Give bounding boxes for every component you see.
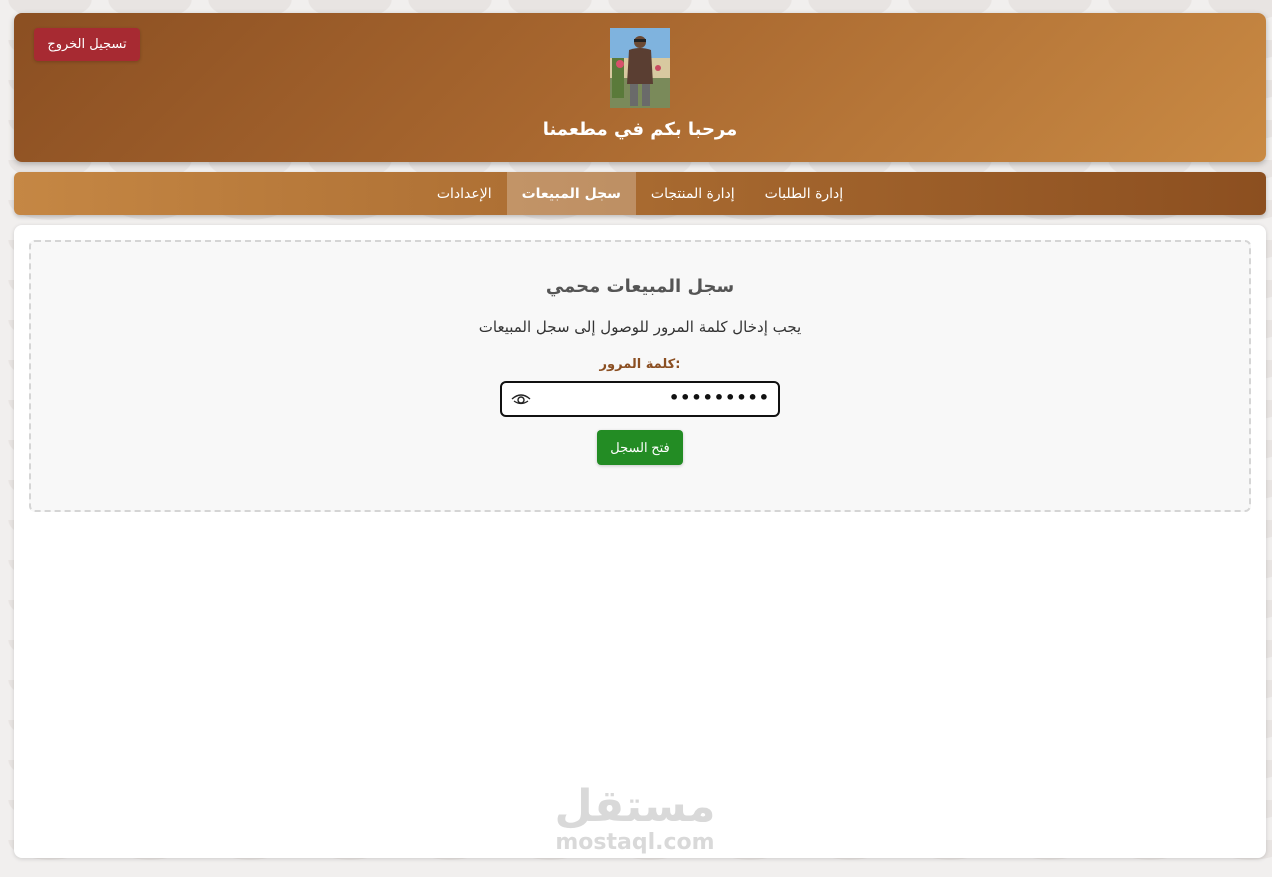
main-nav: إدارة الطلبات إدارة المنتجات سجل المبيعا…: [14, 172, 1266, 215]
content-panel: سجل المبيعات محمي يجب إدخال كلمة المرور …: [14, 225, 1266, 858]
nav-item-sales-log[interactable]: سجل المبيعات: [506, 172, 636, 215]
password-value: •••••••••: [668, 388, 770, 407]
nav-item-orders[interactable]: إدارة الطلبات: [750, 172, 859, 215]
watermark-logo: مستقل mostaql.com: [540, 782, 730, 862]
password-input[interactable]: •••••••••: [500, 381, 780, 417]
avatar-photo: [610, 28, 670, 108]
locked-section: سجل المبيعات محمي يجب إدخال كلمة المرور …: [29, 240, 1251, 512]
open-log-button[interactable]: فتح السجل: [597, 430, 683, 465]
nav-item-products[interactable]: إدارة المنتجات: [636, 172, 750, 215]
welcome-title: مرحبا بكم في مطعمنا: [542, 119, 738, 140]
locked-message: يجب إدخال كلمة المرور للوصول إلى سجل الم…: [478, 318, 802, 336]
page: تسجيل الخروج مرحبا بكم في مطعمنا إدارة ا…: [0, 0, 1272, 877]
locked-title: سجل المبيعات محمي: [545, 276, 735, 297]
eye-icon[interactable]: [511, 391, 531, 407]
header: تسجيل الخروج مرحبا بكم في مطعمنا: [14, 13, 1266, 162]
watermark-arabic: مستقل: [554, 781, 716, 832]
nav-item-settings[interactable]: الإعدادات: [422, 172, 507, 215]
logout-button[interactable]: تسجيل الخروج: [34, 28, 140, 61]
watermark-latin: mostaql.com: [555, 830, 715, 855]
password-label: كلمة المرور:: [599, 357, 681, 372]
avatar: [610, 28, 670, 108]
